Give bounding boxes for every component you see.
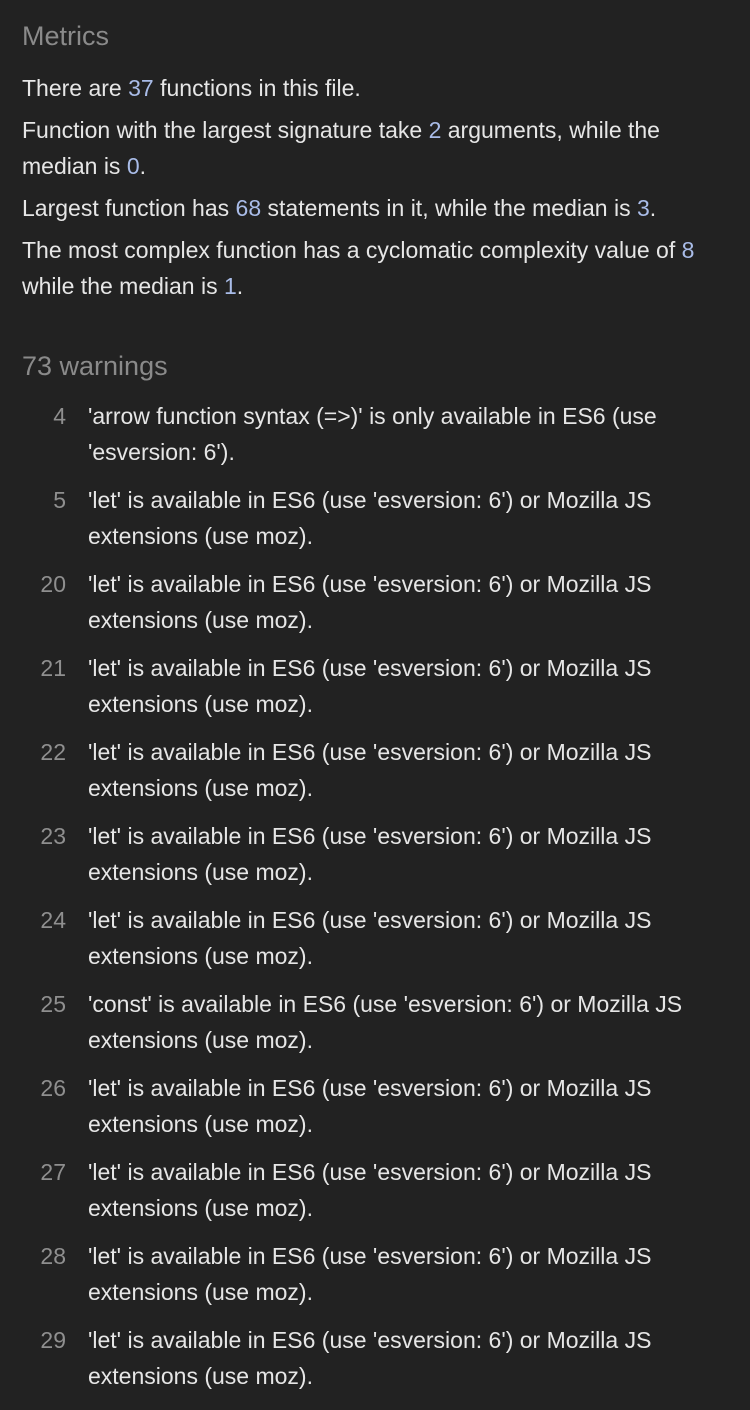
warning-message: 'let' is available in ES6 (use 'esversio…	[88, 1159, 652, 1221]
warning-line-number: 27	[40, 1159, 66, 1185]
warning-item: 25 'const' is available in ES6 (use 'esve…	[22, 986, 728, 1058]
warning-message: 'let' is available in ES6 (use 'esversio…	[88, 655, 652, 717]
metric-text: The most complex function has a cyclomat…	[22, 237, 682, 263]
warning-item: 24 'let' is available in ES6 (use 'esvers…	[22, 902, 728, 974]
warning-item: 23 'let' is available in ES6 (use 'esvers…	[22, 818, 728, 890]
warning-message: 'let' is available in ES6 (use 'esversio…	[88, 1075, 652, 1137]
warnings-section: 73 warnings 4 'arrow function syntax (=>)…	[22, 348, 728, 1394]
metric-complexity: The most complex function has a cyclomat…	[22, 232, 728, 304]
warning-item: 5 'let' is available in ES6 (use 'esversi…	[22, 482, 728, 554]
metric-value: 68	[235, 195, 262, 221]
metric-text: .	[236, 273, 244, 299]
jshint-report: Metrics There are 37 functions in this f…	[0, 0, 750, 1394]
warning-item: 20 'let' is available in ES6 (use 'esvers…	[22, 566, 728, 638]
warning-line-number: 26	[40, 1075, 66, 1101]
metric-value: 37	[128, 75, 154, 101]
warning-item: 28 'let' is available in ES6 (use 'esvers…	[22, 1238, 728, 1310]
metric-function-count: There are 37 functions in this file.	[22, 70, 728, 106]
warning-line-number: 23	[40, 823, 66, 849]
warning-line-number: 5	[53, 487, 66, 513]
metric-text: statements in it, while the median is	[261, 195, 637, 221]
metric-statements: Largest function has 68 statements in it…	[22, 190, 728, 226]
metric-value: 2	[428, 117, 442, 143]
metrics-heading: Metrics	[22, 21, 109, 51]
metric-value: 1	[224, 273, 237, 299]
warning-line-number: 22	[40, 739, 66, 765]
warning-item: 27 'let' is available in ES6 (use 'esvers…	[22, 1154, 728, 1226]
metric-text: There are	[22, 75, 129, 101]
warning-message: 'let' is available in ES6 (use 'esversio…	[88, 487, 652, 549]
warning-message: 'arrow function syntax (=>)' is only ava…	[88, 403, 657, 465]
warning-list: 4 'arrow function syntax (=>)' is only av…	[22, 398, 728, 1394]
metric-text: while the median is	[22, 273, 224, 299]
warning-item: 4 'arrow function syntax (=>)' is only av…	[22, 398, 728, 470]
warning-line-number: 29	[40, 1327, 66, 1353]
warning-message: 'let' is available in ES6 (use 'esversio…	[88, 739, 652, 801]
warning-line-number: 4	[53, 403, 66, 429]
metric-value: 3	[636, 195, 650, 221]
warning-message: 'let' is available in ES6 (use 'esversio…	[88, 1327, 652, 1389]
metric-text: .	[649, 195, 657, 221]
metric-signature: Function with the largest signature take…	[22, 112, 728, 184]
warning-item: 22 'let' is available in ES6 (use 'esvers…	[22, 734, 728, 806]
metric-value: 8	[681, 237, 695, 263]
warning-item: 26 'let' is available in ES6 (use 'esvers…	[22, 1070, 728, 1142]
metric-text: .	[139, 153, 147, 179]
metric-text: Function with the largest signature take	[22, 117, 429, 143]
warning-message: 'let' is available in ES6 (use 'esversio…	[88, 571, 652, 633]
warning-line-number: 21	[40, 655, 66, 681]
metric-text: functions in this file.	[153, 75, 361, 101]
metric-text: Largest function has	[22, 195, 236, 221]
metrics-section: Metrics There are 37 functions in this f…	[22, 18, 728, 304]
warning-message: 'let' is available in ES6 (use 'esversio…	[88, 907, 652, 969]
warning-item: 29 'let' is available in ES6 (use 'esvers…	[22, 1322, 728, 1394]
warnings-heading: 73 warnings	[22, 351, 168, 381]
warning-item: 21 'let' is available in ES6 (use 'esvers…	[22, 650, 728, 722]
warning-line-number: 24	[40, 907, 66, 933]
warning-message: 'let' is available in ES6 (use 'esversio…	[88, 1243, 652, 1305]
metric-value: 0	[126, 153, 140, 179]
warning-line-number: 28	[40, 1243, 66, 1269]
warning-line-number: 25	[40, 991, 66, 1017]
warning-message: 'const' is available in ES6 (use 'esvers…	[88, 991, 683, 1053]
warning-line-number: 20	[40, 571, 66, 597]
warning-message: 'let' is available in ES6 (use 'esversio…	[88, 823, 652, 885]
